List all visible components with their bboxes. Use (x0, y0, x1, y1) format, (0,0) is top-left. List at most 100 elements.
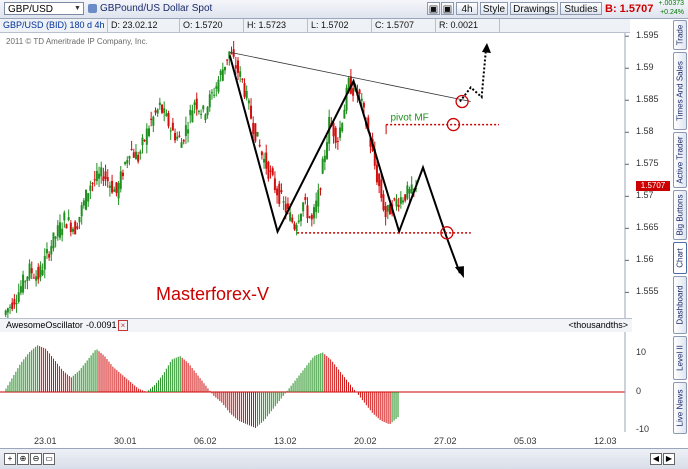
candle-body (85, 189, 88, 210)
candle-body (80, 205, 83, 217)
candle-body (171, 122, 174, 131)
side-tab-label: Dashboard (675, 285, 685, 325)
candle-body (293, 223, 296, 230)
date-axis: 23.01 30.01 06.02 13.02 20.02 27.02 05.03 12.03 (0, 434, 632, 448)
price-tick: 1.555 (636, 286, 659, 297)
info-instrument: GBP/USD (BID) 180 d 4h (0, 19, 108, 32)
date-tick: 30.01 (114, 436, 137, 446)
candle-body (39, 265, 42, 278)
candle-body (397, 204, 400, 208)
candle-body (115, 182, 118, 193)
candle-body (106, 177, 109, 182)
candle-body (312, 207, 315, 219)
candle-body (399, 197, 402, 204)
percent-change: +0.24% (660, 9, 684, 16)
candle-body (26, 276, 29, 281)
side-tab-active-trader[interactable]: Active Trader (673, 132, 687, 188)
candle-body (108, 185, 111, 188)
candle-body (358, 89, 361, 94)
date-tick: 23.01 (34, 436, 57, 446)
scroll-left-icon[interactable]: ◀ (650, 453, 662, 465)
crosshair-icon[interactable]: + (4, 453, 16, 465)
scroll-right-icon[interactable]: ▶ (663, 453, 675, 465)
candle-body (124, 162, 127, 165)
candle-body (193, 102, 196, 106)
candle-body (375, 164, 378, 183)
side-tab-chart[interactable]: Chart (673, 242, 687, 274)
side-tab-label: Live News (675, 389, 685, 427)
style-button[interactable]: Style (480, 2, 508, 15)
osc-tick-bottom: -10 (636, 424, 650, 434)
symbol-input[interactable]: GBP/USD ▼ (4, 2, 84, 15)
candle-body (241, 78, 244, 80)
drawings-button[interactable]: Drawings (510, 2, 558, 15)
watermark-label: Masterforex-V (156, 284, 269, 304)
candle-body (200, 113, 203, 115)
fit-icon[interactable]: ▭ (43, 453, 55, 465)
candle-body (50, 246, 53, 255)
candle-body (215, 86, 218, 89)
candle-body (137, 154, 140, 162)
candle-body (297, 220, 300, 223)
info-close: C: 1.5707 (372, 19, 436, 32)
candle-body (165, 113, 168, 117)
candle-body (100, 167, 103, 177)
oscillator-chart[interactable] (0, 332, 632, 432)
chevron-down-icon[interactable]: ▼ (72, 3, 83, 14)
copyright: 2011 © TD Ameritrade IP Company, Inc. (6, 37, 148, 46)
side-tab-trade[interactable]: Trade (673, 20, 687, 50)
candle-body (180, 142, 183, 148)
candle-body (35, 276, 38, 281)
candle-body (280, 190, 283, 193)
close-icon[interactable]: × (118, 320, 128, 331)
info-date: D: 23.02.12 12:00 (108, 19, 180, 43)
candle-body (143, 140, 146, 142)
candle-body (91, 183, 94, 185)
studies-button[interactable]: Studies (560, 2, 602, 15)
candle-body (217, 79, 220, 92)
candle-body (9, 306, 12, 308)
side-tab-level-ii[interactable]: Level II (673, 336, 687, 380)
candle-body (282, 201, 285, 203)
candle-body (256, 131, 259, 137)
candle-body (291, 217, 294, 223)
candle-body (22, 274, 25, 293)
candle-body (284, 203, 287, 213)
candle-body (197, 110, 200, 112)
candle-body (87, 193, 90, 202)
candle-body (239, 71, 242, 77)
candle-body (111, 180, 114, 193)
candle-body (78, 216, 81, 223)
symbol-value: GBP/USD (8, 4, 54, 15)
candle-body (156, 109, 159, 114)
candle-body (48, 254, 51, 258)
candle-body (28, 263, 31, 279)
price-tick: 1.56 (636, 254, 654, 265)
candle-body (158, 102, 161, 106)
candle-body (395, 199, 398, 207)
candle-body (393, 198, 396, 200)
price-chart[interactable]: pivot MF Masterforex-V (0, 33, 632, 318)
timeframe-button[interactable]: 4h (456, 2, 478, 15)
side-tab-times-and-sales[interactable]: Times And Sales (673, 52, 687, 130)
osc-tick-zero: 0 (636, 386, 642, 396)
candle-body (54, 236, 57, 239)
side-tab-big-buttons[interactable]: Big Buttons (673, 190, 687, 240)
candle-body (336, 141, 339, 143)
side-tab-dashboard[interactable]: Dashboard (673, 276, 687, 334)
candle-body (226, 59, 229, 61)
candle-body (250, 105, 253, 119)
osc-tick-top: 10 (636, 347, 647, 357)
price-tick: 1.595 (636, 30, 659, 41)
style-label: Style (482, 4, 506, 15)
candle-body (410, 184, 413, 194)
candle-body (386, 205, 389, 212)
zoom-out-icon[interactable]: ⊖ (30, 453, 42, 465)
candle-body (247, 100, 250, 104)
candle-body (343, 109, 346, 119)
candle-body (189, 109, 192, 116)
side-tab-live-news[interactable]: Live News (673, 382, 687, 434)
tool-button-1[interactable]: ▣ (427, 2, 440, 15)
tool-button-2[interactable]: ▣ (441, 2, 454, 15)
zoom-in-icon[interactable]: ⊕ (17, 453, 29, 465)
